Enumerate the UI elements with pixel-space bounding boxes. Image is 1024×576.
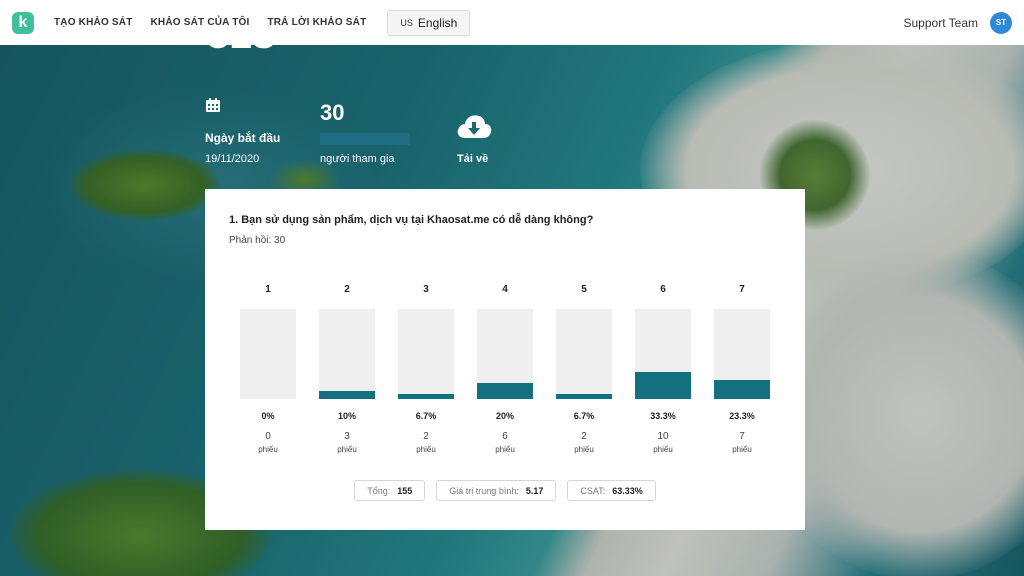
total-label: Tổng: [367,485,391,496]
vote-count: 6 [502,431,508,442]
support-team-link[interactable]: Support Team [904,16,979,30]
nav-create-survey[interactable]: TẠO KHẢO SÁT [54,17,133,28]
csat-label: CSAT: [580,485,606,496]
percent-label: 20% [495,411,514,421]
percent-label: 6.7% [573,411,595,421]
bar-track [319,309,375,399]
question-card: 1. Bạn sử dụng sản phẩm, dịch vụ tại Kha… [205,189,805,530]
bar-track [635,309,691,399]
bar-fill [477,383,533,399]
average-value: 5.17 [525,485,544,496]
percent-label: 10% [337,411,356,421]
percent-label: 23.3% [729,411,755,421]
rating-column-1: 1 0% 0 phiếu [239,283,297,454]
bar-track [398,309,454,399]
logo-letter: k [18,13,28,31]
vote-count: 2 [423,431,429,442]
vote-unit: phiếu [416,445,436,454]
csat-value: 63.33% [612,485,643,496]
rating-label: 4 [502,284,508,295]
rating-column-2: 2 10% 3 phiếu [318,283,376,454]
bar-track [477,309,533,399]
total-pill: Tổng: 155 [354,480,426,501]
vote-count: 3 [344,431,350,442]
vote-count: 7 [739,431,745,442]
rating-label: 3 [423,284,429,295]
vote-unit: phiếu [337,445,357,454]
download-label[interactable]: Tải về [457,153,488,165]
language-button[interactable]: US English [387,9,471,36]
us-flag-icon: US [400,17,413,28]
bar-fill [635,372,691,399]
cloud-download-icon[interactable] [455,112,493,140]
rating-column-6: 6 33.3% 10 phiếu [634,283,692,454]
vote-unit: phiếu [495,445,515,454]
rating-column-4: 4 20% 6 phiếu [476,283,534,454]
language-label: English [417,15,458,30]
start-date-label: Ngày bắt đầu [205,131,281,145]
average-label: Giá trị trung bình: [449,485,519,496]
total-value: 155 [397,485,413,496]
rating-column-7: 7 23.3% 7 phiếu [713,283,771,454]
bar-fill [556,394,612,399]
nav-my-surveys[interactable]: KHẢO SÁT CỦA TÔI [151,17,250,28]
bar-track [556,309,612,399]
participant-label: người tham gia [320,153,395,165]
vote-unit: phiếu [574,445,594,454]
app-logo[interactable]: k [12,11,34,34]
bar-track [714,309,770,399]
bar-fill [319,391,375,399]
rating-label: 1 [265,284,271,295]
participant-bar [320,133,410,145]
percent-label: 33.3% [650,411,676,421]
percent-label: 0% [261,411,275,421]
vote-count: 2 [581,431,587,442]
average-pill: Giá trị trung bình: 5.17 [436,480,557,501]
bar-fill [714,380,770,399]
calendar-icon [206,98,220,112]
participant-count: 30 [320,100,345,125]
vote-count: 10 [657,431,669,442]
rating-label: 5 [581,284,587,295]
percent-label: 6.7% [415,411,437,421]
avatar[interactable]: ST [990,11,1012,34]
rating-column-5: 5 6.7% 2 phiếu [555,283,613,454]
summary-row: Tổng: 155 Giá trị trung bình: 5.17 CSAT:… [205,480,805,501]
nav-answer-survey[interactable]: TRẢ LỜI KHẢO SÁT [267,17,366,28]
rating-column-3: 3 6.7% 2 phiếu [397,283,455,454]
start-date-value: 19/11/2020 [205,153,260,165]
vote-unit: phiếu [732,445,752,454]
rating-label: 6 [660,284,666,295]
vote-count: 0 [265,431,271,442]
rating-label: 7 [739,284,745,295]
vote-unit: phiếu [258,445,278,454]
bar-fill [398,394,454,399]
vote-unit: phiếu [653,445,673,454]
csat-pill: CSAT: 63.33% [567,480,656,501]
bar-track [240,309,296,399]
rating-bar-chart: 1 0% 0 phiếu 2 10% 3 phiếu 3 6.7% 2 phiếu 4 20% 6 phiếu… [205,189,805,530]
top-nav-bar: k TẠO KHẢO SÁT KHẢO SÁT CỦA TÔI TRẢ LỜI … [0,0,1024,45]
rating-label: 2 [344,284,350,295]
